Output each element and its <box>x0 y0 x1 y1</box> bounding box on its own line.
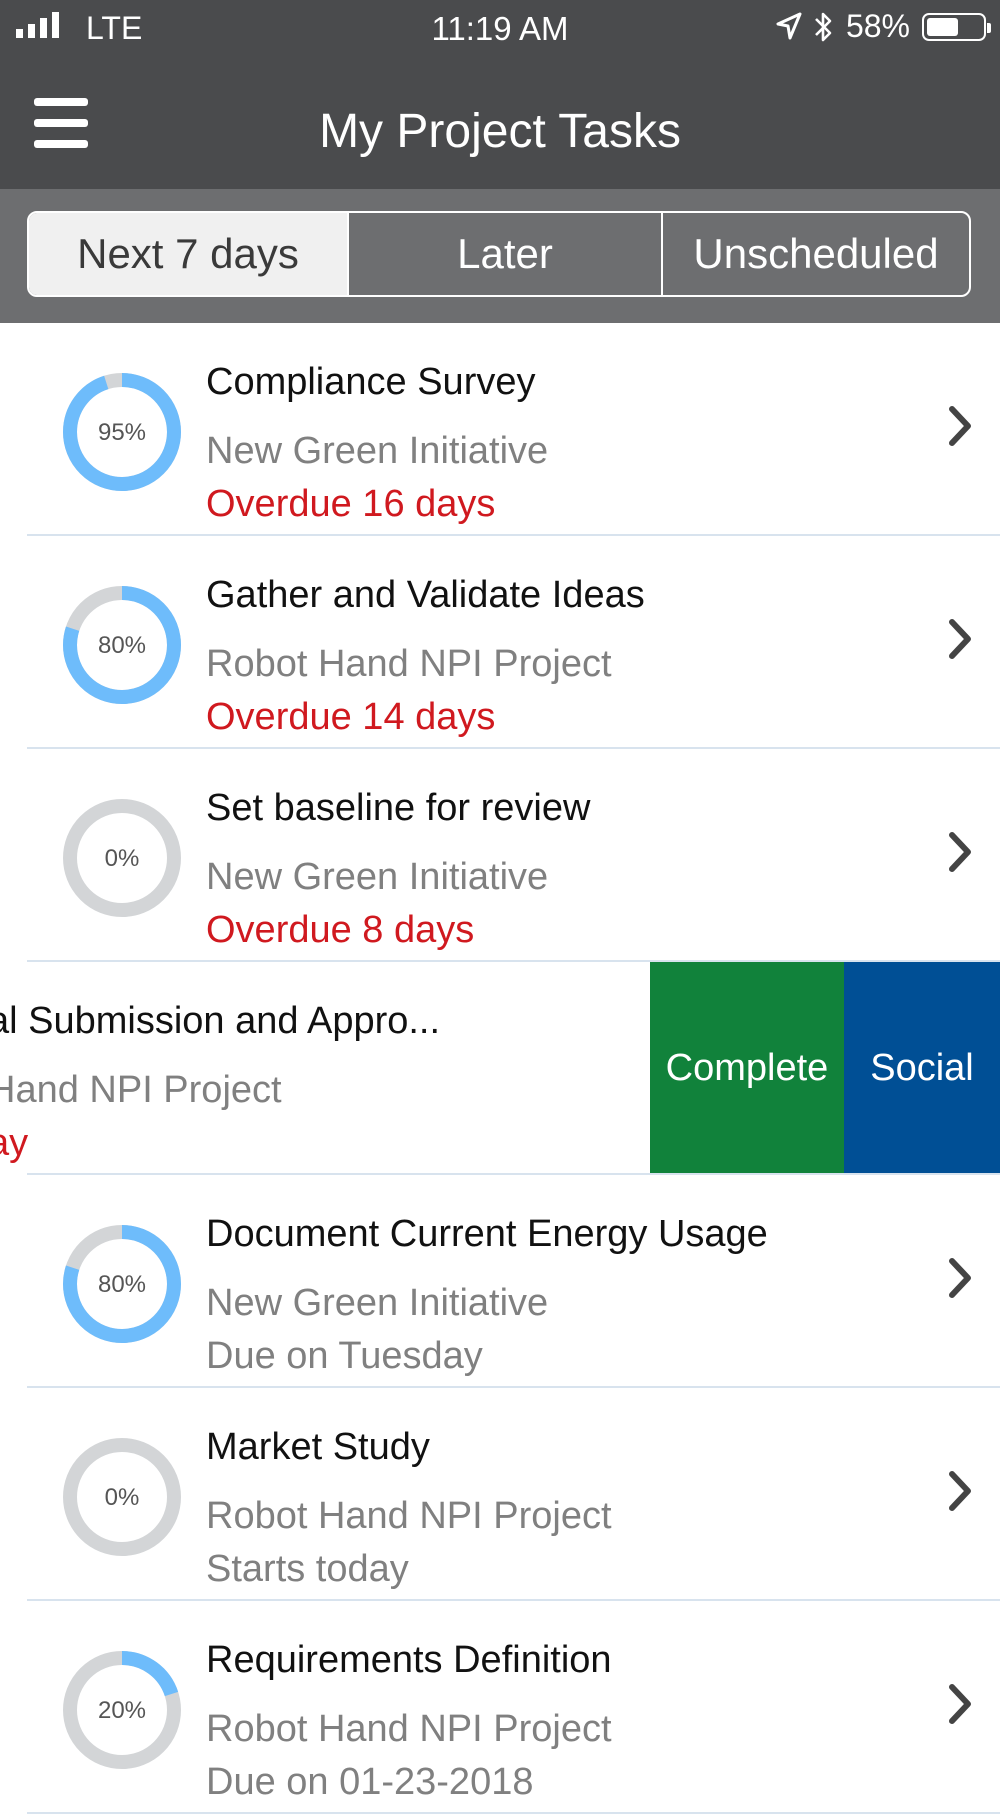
progress-ring: 0% <box>63 799 181 917</box>
top-bar: LTE 11:19 AM 58% My Project Tasks <box>0 0 1000 189</box>
tab-later[interactable]: Later <box>347 213 661 295</box>
task-title: Compliance Survey <box>206 361 536 403</box>
status-bar: LTE 11:19 AM 58% <box>0 0 1000 55</box>
location-arrow-icon <box>776 12 802 39</box>
task-due-status: Overdue 14 days <box>206 696 496 738</box>
task-project: Robot Hand NPI Project <box>206 643 612 685</box>
task-text: Requirements Definition Robot Hand NPI Pr… <box>206 1639 612 1804</box>
progress-ring: 0% <box>63 1438 181 1556</box>
progress-ring: 95% <box>63 373 181 491</box>
battery-percent: 58% <box>845 8 910 44</box>
task-due-status: ay <box>0 1122 29 1164</box>
progress-percent: 95% <box>98 419 146 446</box>
task-row[interactable]: 95% Compliance Survey New Green Initiative… <box>0 323 1000 536</box>
progress-percent: 80% <box>98 632 146 659</box>
task-due-status: Due on 01-23-2018 <box>206 1761 534 1803</box>
task-text: Gather and Validate Ideas Robot Hand NPI … <box>206 574 645 739</box>
page-title: My Project Tasks <box>319 105 681 158</box>
task-due-status: Overdue 16 days <box>206 483 496 525</box>
progress-percent: 0% <box>105 1484 140 1511</box>
progress-percent: 80% <box>98 1271 146 1298</box>
chevron-right-icon[interactable] <box>940 1679 980 1729</box>
task-due-status: Starts today <box>206 1548 409 1590</box>
task-row[interactable]: 20% Requirements Definition Robot Hand NPI… <box>0 1601 1000 1814</box>
task-due-status: Due on Tuesday <box>206 1335 483 1377</box>
complete-button[interactable]: Complete <box>650 962 844 1175</box>
chevron-right-icon[interactable] <box>940 827 980 877</box>
chevron-right-icon[interactable] <box>940 401 980 451</box>
battery-level <box>927 17 958 36</box>
task-list: 95% Compliance Survey New Green Initiative… <box>0 323 1000 1814</box>
task-title: al Submission and Appro... <box>0 1000 441 1042</box>
progress-ring: 80% <box>63 586 181 704</box>
task-title: Requirements Definition <box>206 1639 612 1681</box>
progress-ring: 80% <box>63 1225 181 1343</box>
task-project: Robot Hand NPI Project <box>206 1495 612 1537</box>
chevron-right-icon[interactable] <box>940 614 980 664</box>
schedule-segmented-control: Next 7 days Later Unscheduled <box>27 211 971 297</box>
bluetooth-icon <box>815 12 832 41</box>
progress-percent: 20% <box>98 1697 146 1724</box>
task-title: Document Current Energy Usage <box>206 1213 768 1255</box>
task-row[interactable]: 0% Set baseline for review New Green Initi… <box>0 749 1000 962</box>
tab-next-7-days[interactable]: Next 7 days <box>29 213 347 295</box>
progress-ring: 20% <box>63 1651 181 1769</box>
task-title: Set baseline for review <box>206 787 591 829</box>
status-right: 58% <box>776 8 991 45</box>
task-project: Hand NPI Project <box>0 1069 282 1111</box>
chevron-right-icon[interactable] <box>940 1253 980 1303</box>
battery-icon <box>922 12 991 41</box>
task-row[interactable]: 80% Gather and Validate Ideas Robot Hand N… <box>0 536 1000 749</box>
task-title: Market Study <box>206 1426 430 1468</box>
task-row[interactable]: al Submission and Appro... Hand NPI Proje… <box>0 962 1000 1175</box>
progress-percent: 0% <box>105 845 140 872</box>
social-button[interactable]: Social <box>844 962 1000 1175</box>
task-project: New Green Initiative <box>206 430 549 472</box>
task-project: New Green Initiative <box>206 856 549 898</box>
task-text: Document Current Energy Usage New Green I… <box>206 1213 768 1378</box>
schedule-filter-bar: Next 7 days Later Unscheduled <box>0 189 1000 323</box>
task-due-status: Overdue 8 days <box>206 909 475 951</box>
task-project: New Green Initiative <box>206 1282 549 1324</box>
task-text: Compliance Survey New Green Initiative Ove… <box>206 361 548 526</box>
task-row[interactable]: 80% Document Current Energy Usage New Gree… <box>0 1175 1000 1388</box>
task-text: Set baseline for review New Green Initiat… <box>206 787 590 952</box>
task-text: Market Study Robot Hand NPI Project Starts… <box>206 1426 612 1591</box>
task-project: Robot Hand NPI Project <box>206 1708 612 1750</box>
task-row[interactable]: 0% Market Study Robot Hand NPI Project Star… <box>0 1388 1000 1601</box>
task-title: Gather and Validate Ideas <box>206 574 645 616</box>
tab-unscheduled[interactable]: Unscheduled <box>661 213 969 295</box>
chevron-right-icon[interactable] <box>940 1466 980 1516</box>
task-text: al Submission and Appro... Hand NPI Proje… <box>0 1000 440 1165</box>
